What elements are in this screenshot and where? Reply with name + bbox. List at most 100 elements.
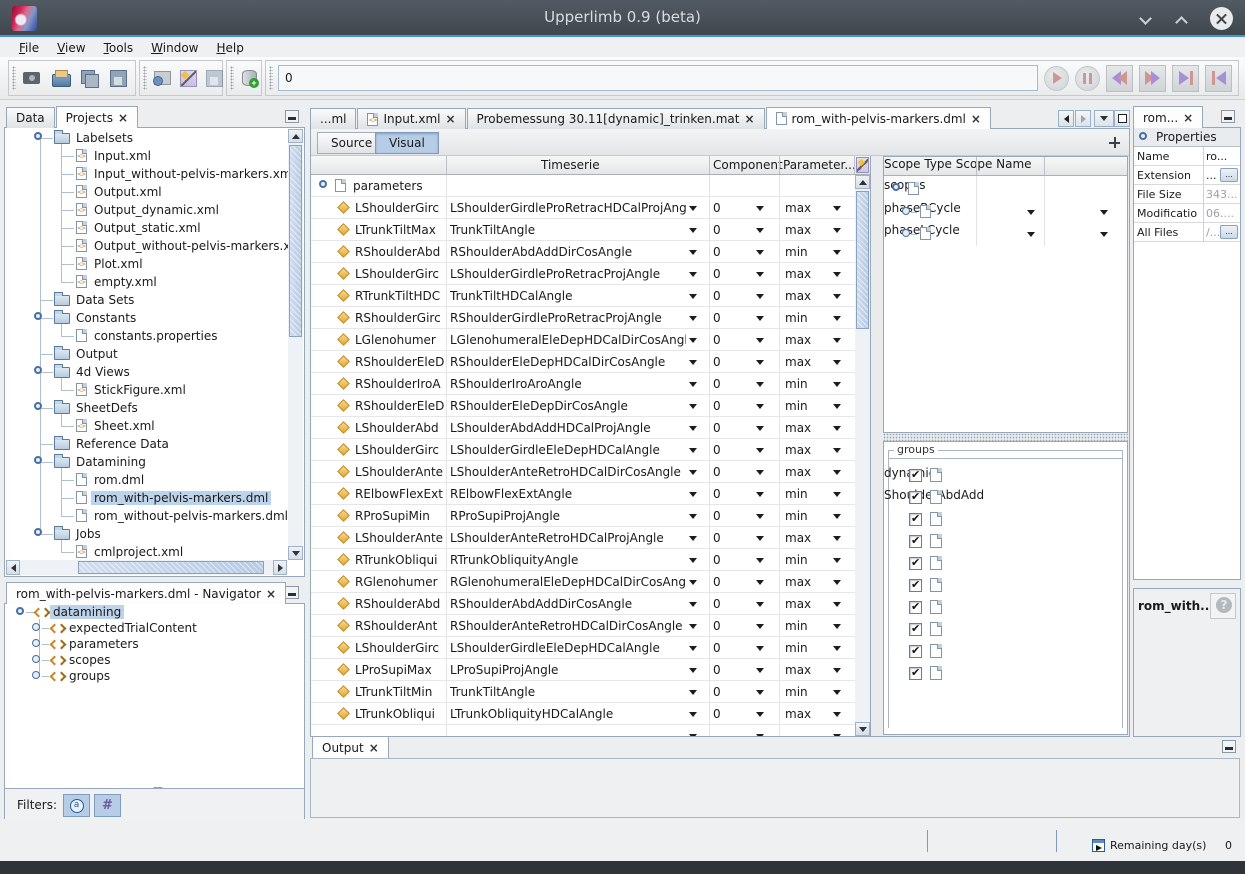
parameter-row[interactable]: LTrunkTiltMinTrunkTiltAngle0min [311,681,855,703]
tab-properties-file[interactable]: rom...× [1133,106,1203,128]
property-row[interactable]: All Files/...... [1134,223,1240,242]
dropdown-arrow-icon[interactable] [689,206,697,211]
tree-item[interactable]: Data Sets [6,291,290,309]
group-checkbox[interactable] [909,645,922,658]
open-project-button[interactable] [50,65,73,91]
move-icon[interactable] [1108,136,1121,149]
tree-item[interactable]: Input_without-pelvis-markers.xml [6,165,290,183]
tree-item[interactable]: StickFigure.xml [6,381,290,399]
skip-to-start-button[interactable] [1205,65,1232,92]
parameter-row[interactable]: RShoulderAbdRShoulderAbdAddDirCosAngle0m… [311,593,855,615]
expander-knob-icon[interactable] [16,607,24,615]
parameter-row[interactable]: LShoulderAbdLShoulderAbdAddHDCalProjAngl… [311,417,855,439]
project-tree-vscrollbar[interactable] [288,129,303,560]
parameter-row[interactable]: RShoulderAbdRShoulderAbdAddDirCosAngle0m… [311,241,855,263]
menu-window[interactable]: Window [142,41,207,55]
close-icon[interactable]: × [445,114,455,124]
dropdown-arrow-icon[interactable] [689,668,697,673]
group-row[interactable] [884,620,1119,642]
dropdown-arrow-icon[interactable] [756,514,764,519]
expander-knob-icon[interactable] [34,456,42,464]
report-button[interactable] [152,65,172,91]
dropdown-arrow-icon[interactable] [689,272,697,277]
project-tree-hscrollbar[interactable] [6,560,287,575]
column-parameter[interactable]: Parameter... [783,158,856,172]
parameter-row[interactable]: RShoulderGircRShoulderGirdleProRetracPro… [311,307,855,329]
group-row[interactable] [884,598,1119,620]
dropdown-arrow-icon[interactable] [756,602,764,607]
dropdown-arrow-icon[interactable] [756,536,764,541]
dropdown-arrow-icon[interactable] [756,646,764,651]
dropdown-arrow-icon[interactable] [1100,232,1108,237]
close-icon[interactable]: × [971,114,981,124]
dropdown-arrow-icon[interactable] [756,206,764,211]
group-row[interactable]: ShoulderAbdAdd [884,488,1119,510]
wizard-button[interactable] [178,65,198,91]
property-row[interactable]: Modificatio06.... [1134,204,1240,223]
scope-row[interactable]: phaseLCycle [884,223,1127,245]
dropdown-arrow-icon[interactable] [689,470,697,475]
dropdown-arrow-icon[interactable] [756,338,764,343]
dropdown-arrow-icon[interactable] [833,492,841,497]
dropdown-arrow-icon[interactable] [833,536,841,541]
tree-item[interactable]: 4d Views [6,363,290,381]
dropdown-arrow-icon[interactable] [689,294,697,299]
minimize-left-panel-button[interactable] [285,110,299,123]
dropdown-arrow-icon[interactable] [833,338,841,343]
tree-item[interactable]: Input.xml [6,147,290,165]
group-row[interactable] [884,642,1119,664]
dropdown-arrow-icon[interactable] [833,668,841,673]
column-scope-name[interactable]: Scope Name [956,157,1032,171]
expander-knob-icon[interactable] [32,639,40,647]
skip-to-end-button[interactable] [1172,65,1199,92]
dropdown-arrow-icon[interactable] [756,294,764,299]
navigator-item[interactable]: expectedTrialContent [6,621,303,637]
editor-tab-2[interactable]: Input.xml× [357,108,465,129]
dropdown-arrow-icon[interactable] [689,338,697,343]
tree-item[interactable]: Sheet.xml [6,417,290,435]
scroll-up-button[interactable] [855,175,870,189]
parameter-row[interactable]: RShoulderIroARShoulderIroAroAngle0min [311,373,855,395]
dropdown-arrow-icon[interactable] [833,712,841,717]
property-row[interactable]: Namero... [1134,147,1240,166]
dropdown-arrow-icon[interactable] [756,404,764,409]
parameter-row[interactable]: LGlenohumerLGlenohumeralEleDepHDCalDirCo… [311,329,855,351]
dropdown-arrow-icon[interactable] [833,448,841,453]
dropdown-arrow-icon[interactable] [833,426,841,431]
group-checkbox[interactable] [909,579,922,592]
navigator-item[interactable]: groups [6,669,303,685]
scrollbar-thumb[interactable] [289,145,302,337]
tree-item[interactable]: rom.dml [6,471,290,489]
wizard-icon[interactable] [856,157,869,173]
group-row[interactable] [884,664,1119,686]
dropdown-arrow-icon[interactable] [833,250,841,255]
scroll-tabs-left-button[interactable] [1058,110,1074,127]
group-checkbox[interactable] [909,535,922,548]
close-icon[interactable]: × [369,743,379,753]
group-checkbox[interactable] [909,667,922,680]
dropdown-arrow-icon[interactable] [689,492,697,497]
expander-knob-icon[interactable] [319,180,327,188]
group-checkbox[interactable] [909,601,922,614]
dropdown-arrow-icon[interactable] [833,360,841,365]
minimize-properties-button[interactable] [1221,110,1235,123]
parameter-row[interactable]: LTrunkObliquiLTrunkObliquityHDCalAngle0m… [311,703,855,725]
tree-item[interactable]: Constants [6,309,290,327]
scrollbar-thumb[interactable] [856,191,869,329]
dropdown-arrow-icon[interactable] [689,734,697,736]
tree-item[interactable]: constants.properties [6,327,290,345]
tab-navigator[interactable]: rom_with-pelvis-markers.dml - Navigator× [6,582,286,604]
parameter-row[interactable]: RProSupiMinRProSupiProjAngle0min [311,505,855,527]
parameter-row[interactable] [311,725,855,736]
parameter-row[interactable]: LTrunkTiltMaxTrunkTiltAngle0max [311,219,855,241]
dropdown-arrow-icon[interactable] [756,580,764,585]
dropdown-arrow-icon[interactable] [756,316,764,321]
tree-item[interactable]: Output [6,345,290,363]
frame-input[interactable]: 0 [278,65,1038,91]
db-add-button[interactable] [239,65,259,91]
tree-item[interactable]: Output_without-pelvis-markers.xm [6,237,290,255]
menu-view[interactable]: View [48,41,94,55]
save-button[interactable] [107,65,130,91]
dropdown-arrow-icon[interactable] [689,448,697,453]
tree-item[interactable]: cmlproject.xml [6,543,290,560]
